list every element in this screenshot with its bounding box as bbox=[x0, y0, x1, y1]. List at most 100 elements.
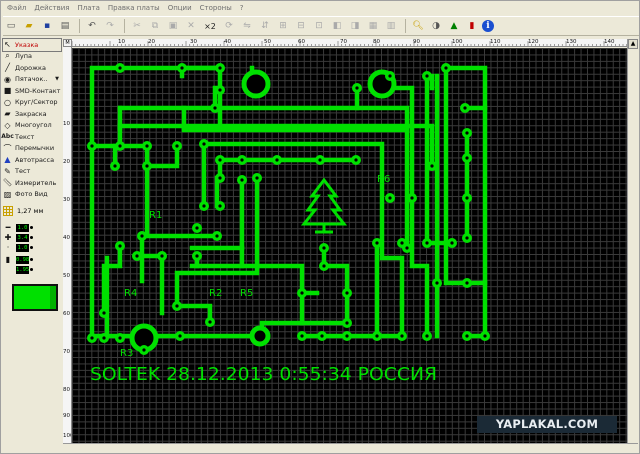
align-icon[interactable]: ⊞ bbox=[275, 18, 291, 34]
mirror-h-icon[interactable]: ⇋ bbox=[239, 18, 255, 34]
smd-width-value[interactable]: 0.98 bbox=[16, 255, 29, 264]
redo-icon[interactable]: ↷ bbox=[102, 18, 118, 34]
pad-inner-param[interactable]: · 1.0 bbox=[3, 243, 61, 252]
pad-hole bbox=[400, 241, 404, 245]
tool-fill[interactable]: ▰ Закраска bbox=[3, 108, 61, 120]
delete-icon[interactable]: ✕ bbox=[183, 18, 199, 34]
menu-board[interactable]: Плата bbox=[73, 4, 103, 12]
pad-hole bbox=[118, 244, 122, 248]
pad-outer-value[interactable]: 3.4 bbox=[16, 233, 29, 242]
pad-hole bbox=[218, 176, 222, 180]
pad-hole bbox=[354, 158, 358, 162]
ruler-v-label: 10 bbox=[63, 121, 70, 127]
toolbar-separator bbox=[79, 19, 80, 33]
front-icon[interactable]: ◧ bbox=[329, 18, 345, 34]
save-icon[interactable]: ▪ bbox=[39, 18, 55, 34]
tool-magnifier[interactable]: ⌕ Лупа bbox=[3, 51, 61, 63]
open-file-icon[interactable]: ▰ bbox=[21, 18, 37, 34]
ruler-h-label: 70 bbox=[340, 39, 347, 45]
watermark-logo: YAPLAKAL.COM bbox=[477, 416, 617, 433]
component-icon[interactable]: ▲ bbox=[446, 18, 462, 34]
ruler-v-label: 40 bbox=[63, 235, 70, 241]
tool-ruler[interactable]: 📏︎ Измеритель bbox=[2, 177, 61, 189]
tool-pad[interactable]: ◉ Пятачок.. ▼ bbox=[3, 74, 61, 86]
pad-hole bbox=[208, 320, 212, 324]
cut-icon[interactable]: ✂ bbox=[129, 18, 145, 34]
grid-setting[interactable]: 1,27 мм bbox=[3, 204, 61, 218]
pcb-canvas[interactable]: R1 R2 R3 R4 R5 R6 SOLTEK 28.12.2013 0:55… bbox=[72, 48, 627, 443]
pad-outer-param[interactable]: ✚ 3.4 bbox=[3, 233, 61, 242]
select-dot-icon[interactable] bbox=[30, 246, 33, 249]
pad-hole bbox=[140, 234, 144, 238]
select-dot-icon[interactable] bbox=[30, 268, 33, 271]
pad-hole bbox=[160, 254, 164, 258]
pad-hole bbox=[195, 254, 199, 258]
tool-track[interactable]: ╱ Дорожка bbox=[3, 62, 61, 74]
pad-inner-value[interactable]: 1.0 bbox=[16, 243, 29, 252]
photo-icon: ▨ bbox=[3, 189, 12, 199]
pad-hole bbox=[180, 66, 184, 70]
toolbar-separator bbox=[124, 19, 125, 33]
back-icon[interactable]: ◨ bbox=[347, 18, 363, 34]
rotate-icon[interactable]: ⟳ bbox=[221, 18, 237, 34]
select-dot-icon[interactable] bbox=[30, 226, 33, 229]
select-dot-icon[interactable] bbox=[30, 236, 33, 239]
ungroup-icon[interactable]: ⊡ bbox=[311, 18, 327, 34]
track-width-param[interactable]: ━ 1.0 bbox=[3, 223, 61, 232]
ruler-units[interactable]: M bbox=[63, 39, 72, 47]
polygon-icon: ◇ bbox=[4, 120, 11, 130]
mount-pad bbox=[249, 325, 271, 347]
macro-icon[interactable]: ▥ bbox=[383, 18, 399, 34]
horizontal-scrollbar[interactable] bbox=[63, 443, 638, 452]
menu-options[interactable]: Опции bbox=[164, 4, 196, 12]
menu-actions[interactable]: Действия bbox=[30, 4, 73, 12]
tool-pointer[interactable]: ↖ Указка bbox=[2, 38, 62, 52]
tool-jumper[interactable]: ⌒ Перемычки bbox=[3, 143, 61, 155]
tool-circle[interactable]: ○ Круг/Сектор bbox=[3, 97, 61, 109]
select-dot-icon[interactable] bbox=[30, 258, 33, 261]
app-window: Файл Действия Плата Правка платы Опции С… bbox=[0, 0, 640, 454]
contrast-icon[interactable]: ◑ bbox=[428, 18, 444, 34]
new-file-icon[interactable]: ▭ bbox=[3, 18, 19, 34]
scroll-up-icon[interactable]: ▲ bbox=[628, 39, 638, 49]
ruler-h-label: 40 bbox=[224, 39, 231, 45]
pointer-icon: ↖ bbox=[4, 40, 11, 50]
menu-board-edit[interactable]: Правка платы bbox=[104, 4, 164, 12]
undo-icon[interactable]: ↶ bbox=[84, 18, 100, 34]
menu-help[interactable]: ? bbox=[236, 4, 248, 12]
menu-file[interactable]: Файл bbox=[3, 4, 30, 12]
smd-width-param[interactable]: ▮ 0.98 bbox=[3, 255, 61, 264]
track-width-value[interactable]: 1.0 bbox=[16, 223, 29, 232]
tool-smd[interactable]: ■ SMD-Контакт bbox=[3, 85, 61, 97]
smd-height-param[interactable]: 1.95 bbox=[3, 265, 61, 274]
info-icon[interactable]: i bbox=[482, 20, 494, 32]
tool-polygon[interactable]: ◇ Многоугол bbox=[3, 120, 61, 132]
pad-hole bbox=[145, 164, 149, 168]
drc-icon[interactable]: ▮ bbox=[464, 18, 480, 34]
grid-value: 1,27 мм bbox=[17, 207, 44, 215]
tool-text[interactable]: Abc Текст bbox=[1, 131, 61, 143]
zoom-icon[interactable]: 🔍︎ bbox=[410, 18, 426, 34]
pad-hole bbox=[435, 281, 439, 285]
pad-hole bbox=[322, 264, 326, 268]
tool-autoroute[interactable]: ▲ Автотрасса bbox=[3, 154, 61, 166]
tool-photo[interactable]: ▨ Фото Вид bbox=[3, 189, 61, 201]
dropdown-arrow-icon[interactable]: ▼ bbox=[55, 76, 59, 82]
ruler-v-label: 100 bbox=[63, 433, 71, 439]
mirror-v-icon[interactable]: ⇵ bbox=[257, 18, 273, 34]
pad-hole bbox=[463, 106, 467, 110]
zoom-x2-button[interactable]: ×2 bbox=[201, 18, 219, 34]
group-icon[interactable]: ⊟ bbox=[293, 18, 309, 34]
tool-test[interactable]: ✎ Тест bbox=[3, 166, 61, 178]
menu-sides[interactable]: Стороны bbox=[196, 4, 236, 12]
smd-height-value[interactable]: 1.95 bbox=[16, 265, 29, 274]
print-icon[interactable]: ▤ bbox=[57, 18, 73, 34]
copy-icon[interactable]: ⧉ bbox=[147, 18, 163, 34]
magnifier-icon: ⌕ bbox=[5, 51, 10, 61]
paste-icon[interactable]: ▣ bbox=[165, 18, 181, 34]
layer-color-swatch[interactable] bbox=[12, 284, 58, 311]
vertical-scrollbar[interactable]: ▲ bbox=[627, 39, 638, 443]
layer-icon[interactable]: ▦ bbox=[365, 18, 381, 34]
toolbar-separator bbox=[405, 19, 406, 33]
ruler-v-label: 30 bbox=[63, 197, 70, 203]
